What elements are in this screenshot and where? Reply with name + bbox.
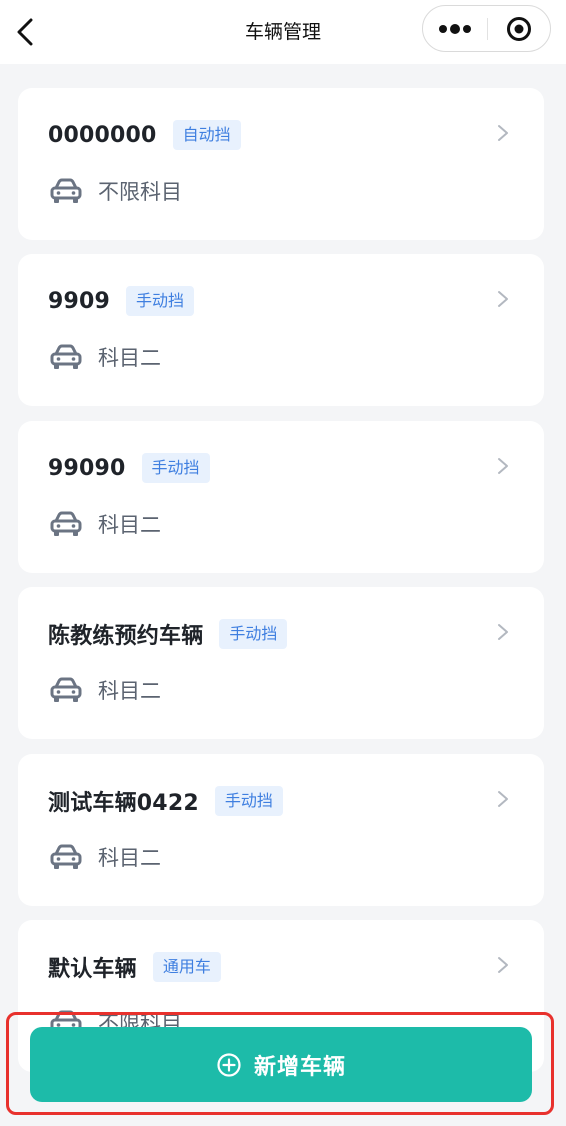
chevron-right-icon [498, 624, 508, 640]
vehicle-name: 测试车辆0422 [48, 791, 199, 816]
chevron-right-icon [498, 791, 508, 807]
vehicle-name: 9909 [48, 288, 111, 314]
chevron-right-icon [498, 957, 508, 973]
transmission-tag: 通用车 [152, 952, 221, 982]
chevron-right-icon [498, 458, 508, 474]
vehicle-name: 99090 [48, 455, 126, 481]
target-close-icon [506, 16, 531, 41]
vehicle-subject: 科目二 [98, 346, 161, 370]
car-icon [50, 178, 82, 203]
vehicle-subject-row: 科目二 [50, 842, 161, 872]
vehicle-card[interactable]: 0000000 自动挡 不限科目 [18, 88, 544, 240]
add-vehicle-label: 新增车辆 [253, 1054, 346, 1080]
vehicle-subject: 不限科目 [98, 180, 182, 204]
vehicle-name: 0000000 [48, 122, 157, 148]
vehicle-subject: 科目二 [98, 846, 161, 870]
close-button[interactable] [487, 6, 550, 51]
vehicle-title-row: 测试车辆0422 手动挡 [48, 784, 283, 818]
vehicle-card[interactable]: 测试车辆0422 手动挡 科目二 [18, 754, 544, 906]
transmission-tag: 手动挡 [126, 286, 195, 316]
car-icon [50, 844, 82, 869]
vehicle-list: 0000000 自动挡 不限科目 9909 手动挡 科目二 99090 手动挡 … [0, 64, 566, 1126]
vehicle-name: 陈教练预约车辆 [48, 624, 204, 649]
chevron-right-icon [498, 125, 508, 141]
plus-circle-icon [217, 1052, 241, 1077]
vehicle-name: 默认车辆 [48, 957, 137, 982]
mini-program-capsule [422, 5, 551, 52]
transmission-tag: 手动挡 [214, 786, 283, 816]
vehicle-card[interactable]: 9909 手动挡 科目二 [18, 254, 544, 406]
vehicle-title-row: 0000000 自动挡 [48, 118, 241, 152]
vehicle-subject: 科目二 [98, 679, 161, 703]
more-dots-icon [438, 23, 471, 34]
car-icon [50, 511, 82, 536]
add-vehicle-button[interactable]: 新增车辆 [30, 1027, 532, 1102]
vehicle-subject-row: 不限科目 [50, 176, 182, 206]
car-icon [50, 344, 82, 369]
chevron-right-icon [498, 291, 508, 307]
vehicle-subject-row: 科目二 [50, 342, 161, 372]
more-button[interactable] [423, 6, 487, 51]
vehicle-title-row: 陈教练预约车辆 手动挡 [48, 617, 288, 651]
transmission-tag: 手动挡 [219, 619, 288, 649]
transmission-tag: 自动挡 [172, 120, 241, 150]
vehicle-title-row: 默认车辆 通用车 [48, 950, 221, 984]
vehicle-card[interactable]: 陈教练预约车辆 手动挡 科目二 [18, 587, 544, 739]
vehicle-title-row: 99090 手动挡 [48, 451, 210, 485]
vehicle-subject: 科目二 [98, 513, 161, 537]
vehicle-card[interactable]: 99090 手动挡 科目二 [18, 421, 544, 573]
vehicle-subject-row: 科目二 [50, 675, 161, 705]
navigation-bar: 车辆管理 [0, 0, 566, 64]
car-icon [50, 677, 82, 702]
vehicle-subject-row: 科目二 [50, 509, 161, 539]
transmission-tag: 手动挡 [141, 453, 210, 483]
vehicle-title-row: 9909 手动挡 [48, 284, 195, 318]
